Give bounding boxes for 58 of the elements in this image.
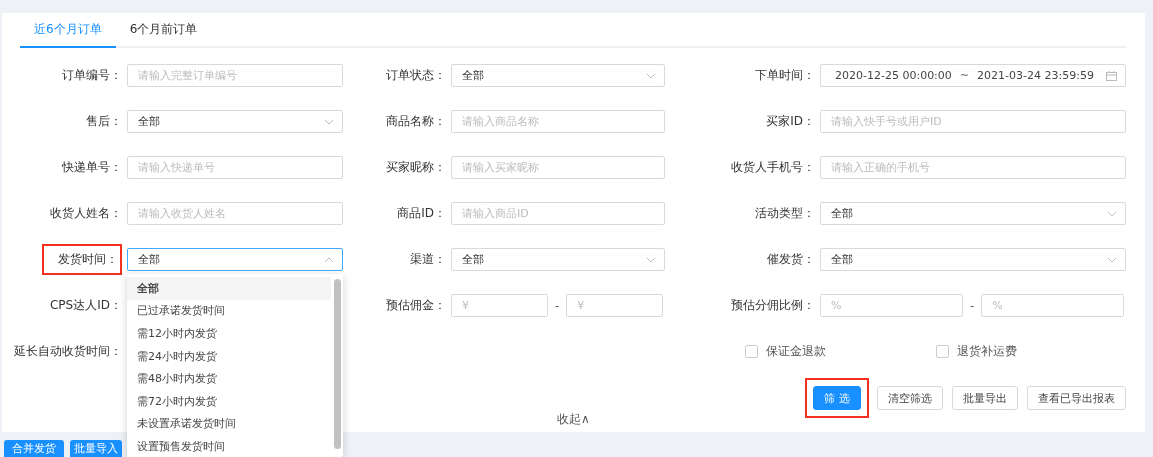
field-label: 商品名称： (386, 113, 446, 130)
field-label: 商品ID： (397, 205, 446, 222)
field-label: 买家ID： (766, 113, 815, 130)
range-to-field[interactable]: ¥ (566, 294, 664, 317)
chevron-icon (1107, 256, 1117, 263)
text-field[interactable]: 请输入商品名称 (451, 110, 665, 133)
chevron-icon (646, 72, 656, 79)
text-field[interactable]: 请输入收货人姓名 (127, 202, 343, 225)
field-label: 买家昵称： (386, 159, 446, 176)
chevron-icon (1107, 210, 1117, 217)
date-start: 2020-12-25 00:00:00 (835, 69, 952, 82)
field-label: 预估分佣比例： (731, 297, 815, 314)
field-label: 活动类型： (755, 205, 815, 222)
field-label: CPS达人ID： (50, 297, 122, 314)
field-label: 渠道： (410, 251, 446, 268)
range-separator: - (970, 298, 975, 313)
select-field[interactable]: 全部 (820, 202, 1126, 225)
text-field[interactable]: 请输入买家昵称 (451, 156, 665, 179)
chevron-icon (324, 256, 334, 263)
select-field[interactable]: 全部 (820, 248, 1126, 271)
field-label: 催发货： (767, 251, 815, 268)
field-label: 订单状态： (386, 67, 446, 84)
select-field[interactable]: 全部 (127, 110, 343, 133)
field-label: 下单时间： (755, 67, 815, 84)
field-label: 延长自动收货时间： (14, 343, 122, 360)
scrollbar-thumb[interactable] (333, 279, 341, 449)
field-label: 快递单号： (62, 159, 122, 176)
date-separator: ~ (959, 69, 970, 82)
range-from-field[interactable]: ¥ (451, 294, 548, 317)
field-label: 预估佣金： (386, 297, 446, 314)
checkbox[interactable] (745, 345, 758, 358)
field-label: 发货时间： (42, 244, 122, 275)
chevron-icon (324, 118, 334, 125)
date-end: 2021-03-24 23:59:59 (977, 69, 1094, 82)
field-label: 收货人姓名： (50, 205, 122, 222)
dropdown-option[interactable]: 全部 (127, 277, 331, 300)
tab[interactable]: 6个月前订单 (115, 13, 212, 48)
checkbox[interactable] (935, 345, 949, 358)
field-label: 订单编号： (62, 67, 122, 84)
select-field[interactable]: 全部 (451, 64, 665, 87)
action-button[interactable]: 清空筛选 (877, 386, 943, 410)
date-range-field[interactable]: 2020-12-25 00:00:00 ~ 2021-03-24 23:59:59 (820, 64, 1126, 87)
field-label: 售后： (86, 113, 122, 130)
range-to-field[interactable]: % (981, 294, 1125, 317)
action-button[interactable]: 查看已导出报表 (1027, 386, 1126, 410)
action-button[interactable]: 批量导出 (952, 386, 1018, 410)
range-separator: - (555, 298, 560, 313)
field-label: 收货人手机号： (731, 159, 815, 176)
chevron-icon (646, 256, 656, 263)
select-field[interactable]: 全部 (127, 248, 343, 271)
calendar-icon (1106, 70, 1117, 81)
select-field[interactable]: 全部 (451, 248, 665, 271)
text-field[interactable]: 请输入商品ID (451, 202, 665, 225)
checkbox-label: 退货补运费 (956, 343, 1017, 360)
dropdown-option[interactable]: 设置预售发货时间 (127, 435, 331, 457)
range-from-field[interactable]: % (820, 294, 963, 317)
checkbox-label: 保证金退款 (766, 343, 826, 360)
collapse-link[interactable]: 收起∧ (557, 411, 590, 427)
